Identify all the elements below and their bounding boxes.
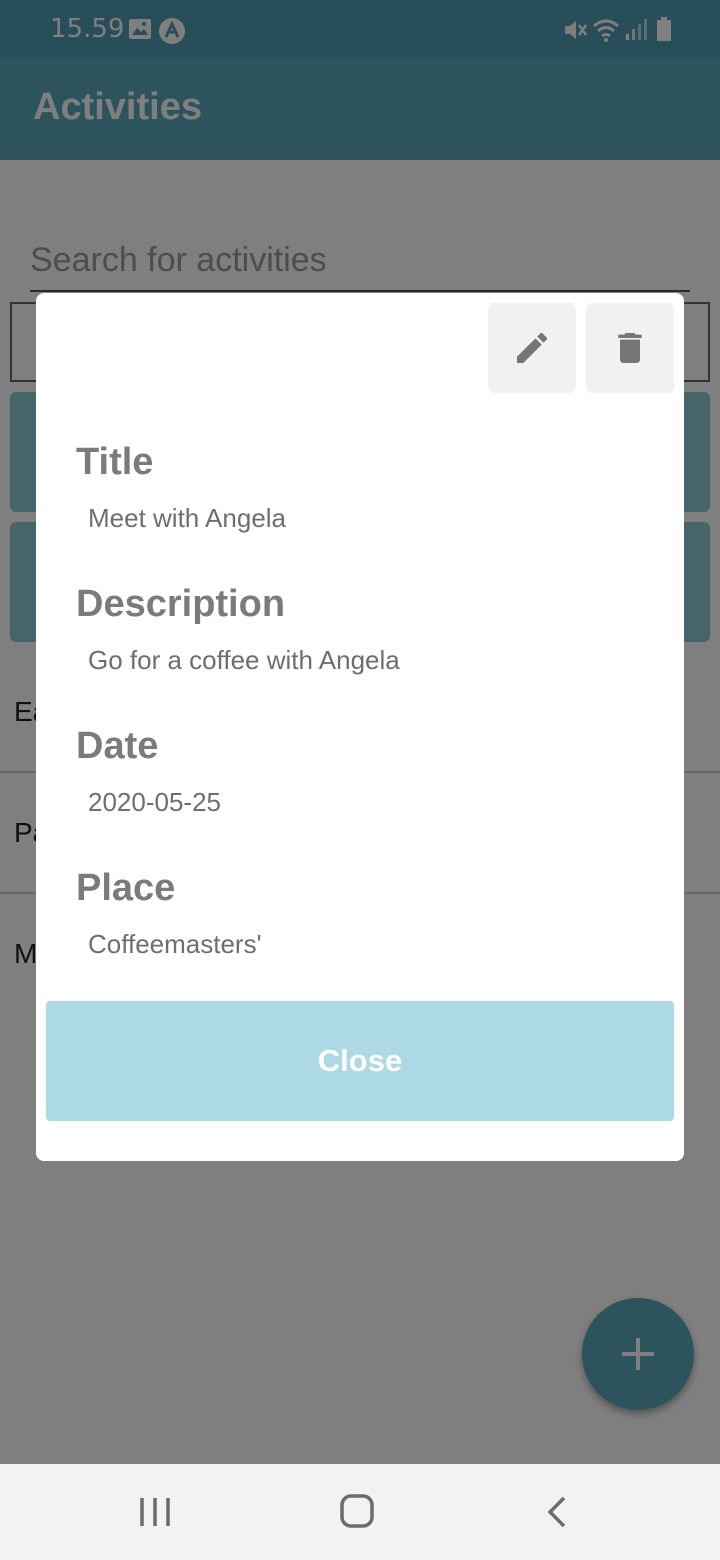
title-label: Title: [76, 441, 154, 483]
description-label: Description: [76, 583, 286, 625]
activity-detail-modal: Title Meet with Angela Description Go fo…: [36, 293, 684, 1161]
back-icon[interactable]: [544, 1494, 572, 1530]
edit-button[interactable]: [488, 303, 576, 393]
date-label: Date: [76, 725, 159, 767]
date-value: 2020-05-25: [88, 787, 221, 817]
recent-apps-icon[interactable]: [138, 1494, 172, 1530]
title-value: Meet with Angela: [88, 503, 287, 533]
place-value: Coffeemasters': [88, 929, 262, 959]
trash-icon: [618, 333, 642, 363]
place-label: Place: [76, 867, 176, 909]
home-icon[interactable]: [338, 1492, 376, 1530]
close-button[interactable]: Close: [46, 1001, 674, 1121]
system-nav-bar: [0, 1464, 720, 1560]
description-value: Go for a coffee with Angela: [88, 645, 400, 675]
delete-button[interactable]: [586, 303, 674, 393]
pencil-icon: [517, 332, 548, 363]
